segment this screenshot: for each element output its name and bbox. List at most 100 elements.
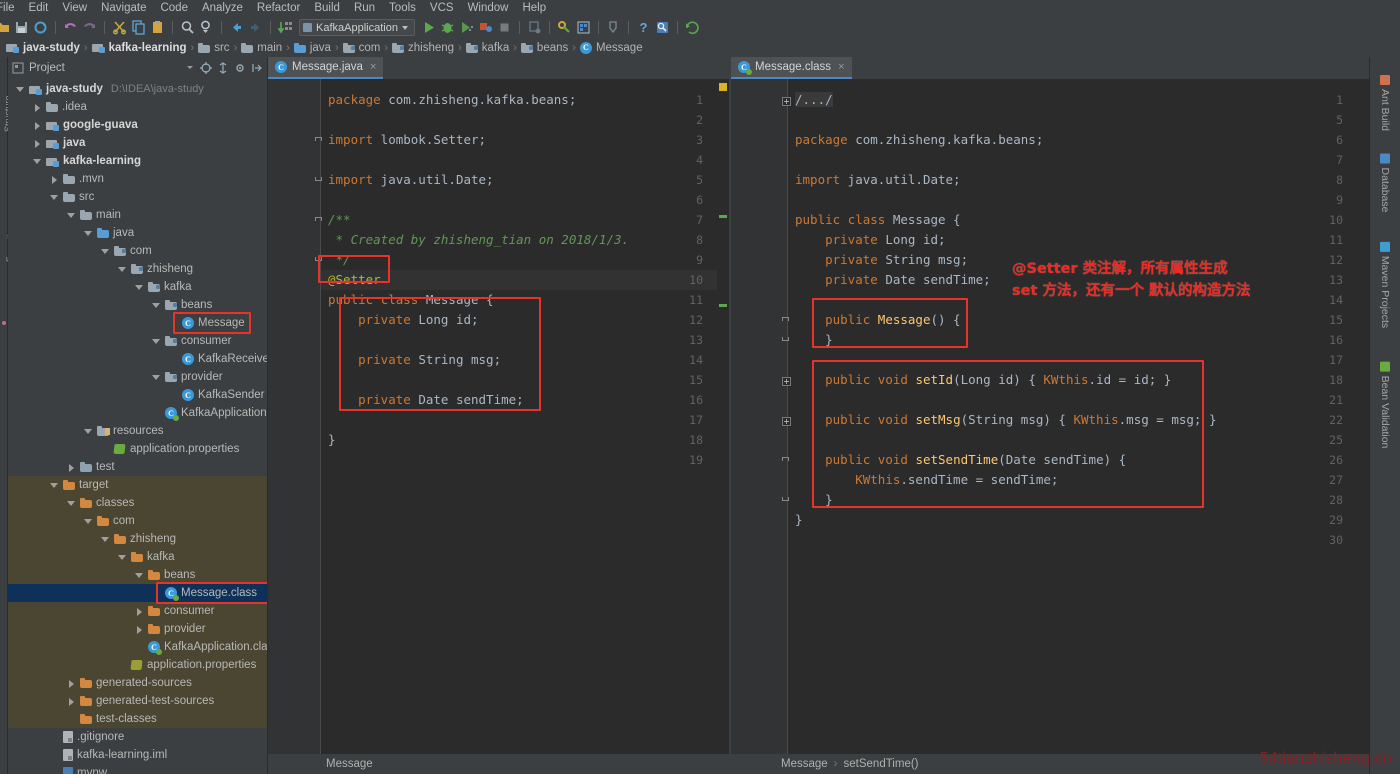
- compile-icon[interactable]: [277, 19, 294, 36]
- tree-item-kafkareceiver[interactable]: C KafkaReceiver: [8, 350, 267, 368]
- chevron-down-icon[interactable]: [84, 229, 93, 238]
- code-line[interactable]: public void setMsg(String msg) { KWthi…: [795, 410, 1216, 430]
- chevron-down-icon[interactable]: [50, 481, 59, 490]
- fold-collapse-icon[interactable]: [315, 137, 322, 141]
- close-icon[interactable]: ×: [370, 61, 376, 73]
- code-line[interactable]: public class Message {: [795, 210, 961, 230]
- menu-item-build[interactable]: Build: [307, 0, 347, 17]
- code-line[interactable]: private Date sendTime;: [795, 270, 991, 290]
- project-tree[interactable]: java-study D:\IDEA\java-study .idea google-…: [8, 78, 267, 774]
- redo-icon[interactable]: [81, 19, 98, 36]
- tree-item-consumer[interactable]: consumer: [8, 332, 267, 350]
- stop-icon[interactable]: [496, 19, 513, 36]
- tree-item-application-properties[interactable]: application.properties: [8, 656, 267, 674]
- fold-expand-icon[interactable]: [782, 417, 791, 426]
- chevron-down-icon[interactable]: [118, 553, 127, 562]
- chevron-down-icon[interactable]: [50, 193, 59, 202]
- code-line[interactable]: /.../: [795, 90, 833, 110]
- breadcrumb-item-main[interactable]: main: [237, 42, 286, 54]
- code-line[interactable]: import java.util.Date;: [328, 170, 494, 190]
- right-sidebar-item-maven-projects[interactable]: Maven Projects: [1379, 242, 1391, 328]
- chevron-down-icon[interactable]: [152, 301, 161, 310]
- right-sidebar-item-database[interactable]: Database: [1379, 154, 1391, 213]
- open-folder-icon[interactable]: [0, 19, 11, 36]
- breadcrumb-item-kafka-learning[interactable]: kafka-learning: [88, 42, 191, 54]
- right-sidebar-item-bean-validation[interactable]: Bean Validation: [1379, 362, 1391, 449]
- menu-item-view[interactable]: View: [55, 0, 94, 17]
- breadcrumb-item-java[interactable]: java: [290, 42, 335, 54]
- expand-all-icon[interactable]: [217, 62, 229, 74]
- forward-icon[interactable]: [247, 19, 264, 36]
- fold-collapse-icon[interactable]: [315, 257, 322, 261]
- chevron-down-icon[interactable]: [135, 571, 144, 580]
- fold-collapse-icon[interactable]: [315, 217, 322, 221]
- code-line[interactable]: private Long id;: [795, 230, 946, 250]
- tree-item-consumer[interactable]: consumer: [8, 602, 267, 620]
- menu-item-tools[interactable]: Tools: [382, 0, 423, 17]
- fold-collapse-icon[interactable]: [782, 457, 789, 461]
- chevron-down-icon[interactable]: [135, 283, 144, 292]
- code-line[interactable]: private Long id;: [328, 310, 479, 330]
- code-line[interactable]: private String msg;: [795, 250, 968, 270]
- chevron-down-icon[interactable]: [185, 62, 195, 74]
- tree-item-test-classes[interactable]: test-classes: [8, 710, 267, 728]
- code-line[interactable]: public void setSendTime(Date sendTime) {: [795, 450, 1126, 470]
- replace-icon[interactable]: [198, 19, 215, 36]
- chevron-down-icon[interactable]: [152, 373, 161, 382]
- tree-item-message-class[interactable]: C Message.class: [8, 584, 267, 602]
- find-icon[interactable]: [179, 19, 196, 36]
- chevron-down-icon[interactable]: [118, 265, 127, 274]
- code-line[interactable]: }: [795, 510, 803, 530]
- code-line[interactable]: private Date sendTime;: [328, 390, 524, 410]
- tree-item-kafka[interactable]: kafka: [8, 548, 267, 566]
- tree-item-provider[interactable]: provider: [8, 620, 267, 638]
- chevron-right-icon[interactable]: [67, 463, 76, 472]
- close-icon[interactable]: ×: [838, 61, 844, 73]
- menu-item-vcs[interactable]: VCS: [423, 0, 461, 17]
- fold-collapse-icon[interactable]: [782, 337, 789, 341]
- chevron-down-icon[interactable]: [16, 85, 25, 94]
- code-line[interactable]: }: [795, 490, 833, 510]
- chevron-down-icon[interactable]: [67, 211, 76, 220]
- gutter-right[interactable]: [731, 79, 787, 754]
- breadcrumb-item-kafka[interactable]: kafka: [462, 42, 514, 54]
- menu-item-run[interactable]: Run: [347, 0, 382, 17]
- code-area-right[interactable]: 1 /.../ 5 6 package com.zhisheng.kafka.beans…: [731, 79, 1369, 754]
- tree-item-main[interactable]: main: [8, 206, 267, 224]
- tree-item-kafkaapplication-class[interactable]: CKafkaApplication.class: [8, 638, 267, 656]
- tree-item-kafka-learning-iml[interactable]: kafka-learning.iml: [8, 746, 267, 764]
- code-line[interactable]: package com.zhisheng.kafka.beans;: [795, 130, 1043, 150]
- editor-breadcrumb-class[interactable]: Message: [326, 758, 373, 770]
- tree-item-test[interactable]: test: [8, 458, 267, 476]
- tree-item-java-study[interactable]: java-study D:\IDEA\java-study: [8, 80, 267, 98]
- breadcrumb-item-message[interactable]: C Message: [576, 42, 647, 54]
- tree-item-com[interactable]: com: [8, 512, 267, 530]
- chevron-right-icon[interactable]: [135, 625, 144, 634]
- tree-item-message[interactable]: C Message: [8, 314, 267, 332]
- tree-item-beans[interactable]: beans: [8, 296, 267, 314]
- tree-item-zhisheng[interactable]: zhisheng: [8, 530, 267, 548]
- undo-icon[interactable]: [62, 19, 79, 36]
- fold-collapse-icon[interactable]: [782, 317, 789, 321]
- tree-item-resources[interactable]: resources: [8, 422, 267, 440]
- tree-item-kafkasender[interactable]: C KafkaSender: [8, 386, 267, 404]
- paste-icon[interactable]: [149, 19, 166, 36]
- fold-collapse-icon[interactable]: [782, 497, 789, 501]
- code-line[interactable]: import java.util.Date;: [795, 170, 961, 190]
- tree-item-classes[interactable]: classes: [8, 494, 267, 512]
- tree-item-src[interactable]: src: [8, 188, 267, 206]
- hide-panel-icon[interactable]: [251, 62, 263, 74]
- chevron-down-icon[interactable]: [152, 337, 161, 346]
- chevron-down-icon[interactable]: [101, 247, 110, 256]
- profile-icon[interactable]: [477, 19, 494, 36]
- tree-item-generated-test-sources[interactable]: generated-test-sources: [8, 692, 267, 710]
- editor-breadcrumb-method[interactable]: setSendTime(): [844, 758, 919, 770]
- chevron-right-icon[interactable]: [33, 103, 42, 112]
- project-structure-icon[interactable]: [575, 19, 592, 36]
- locate-icon[interactable]: [200, 62, 212, 74]
- run-coverage-icon[interactable]: [458, 19, 475, 36]
- code-line[interactable]: @Setter: [328, 270, 381, 290]
- sync-icon[interactable]: [32, 19, 49, 36]
- tree-item-generated-sources[interactable]: generated-sources: [8, 674, 267, 692]
- tree-item-idea[interactable]: .idea: [8, 98, 267, 116]
